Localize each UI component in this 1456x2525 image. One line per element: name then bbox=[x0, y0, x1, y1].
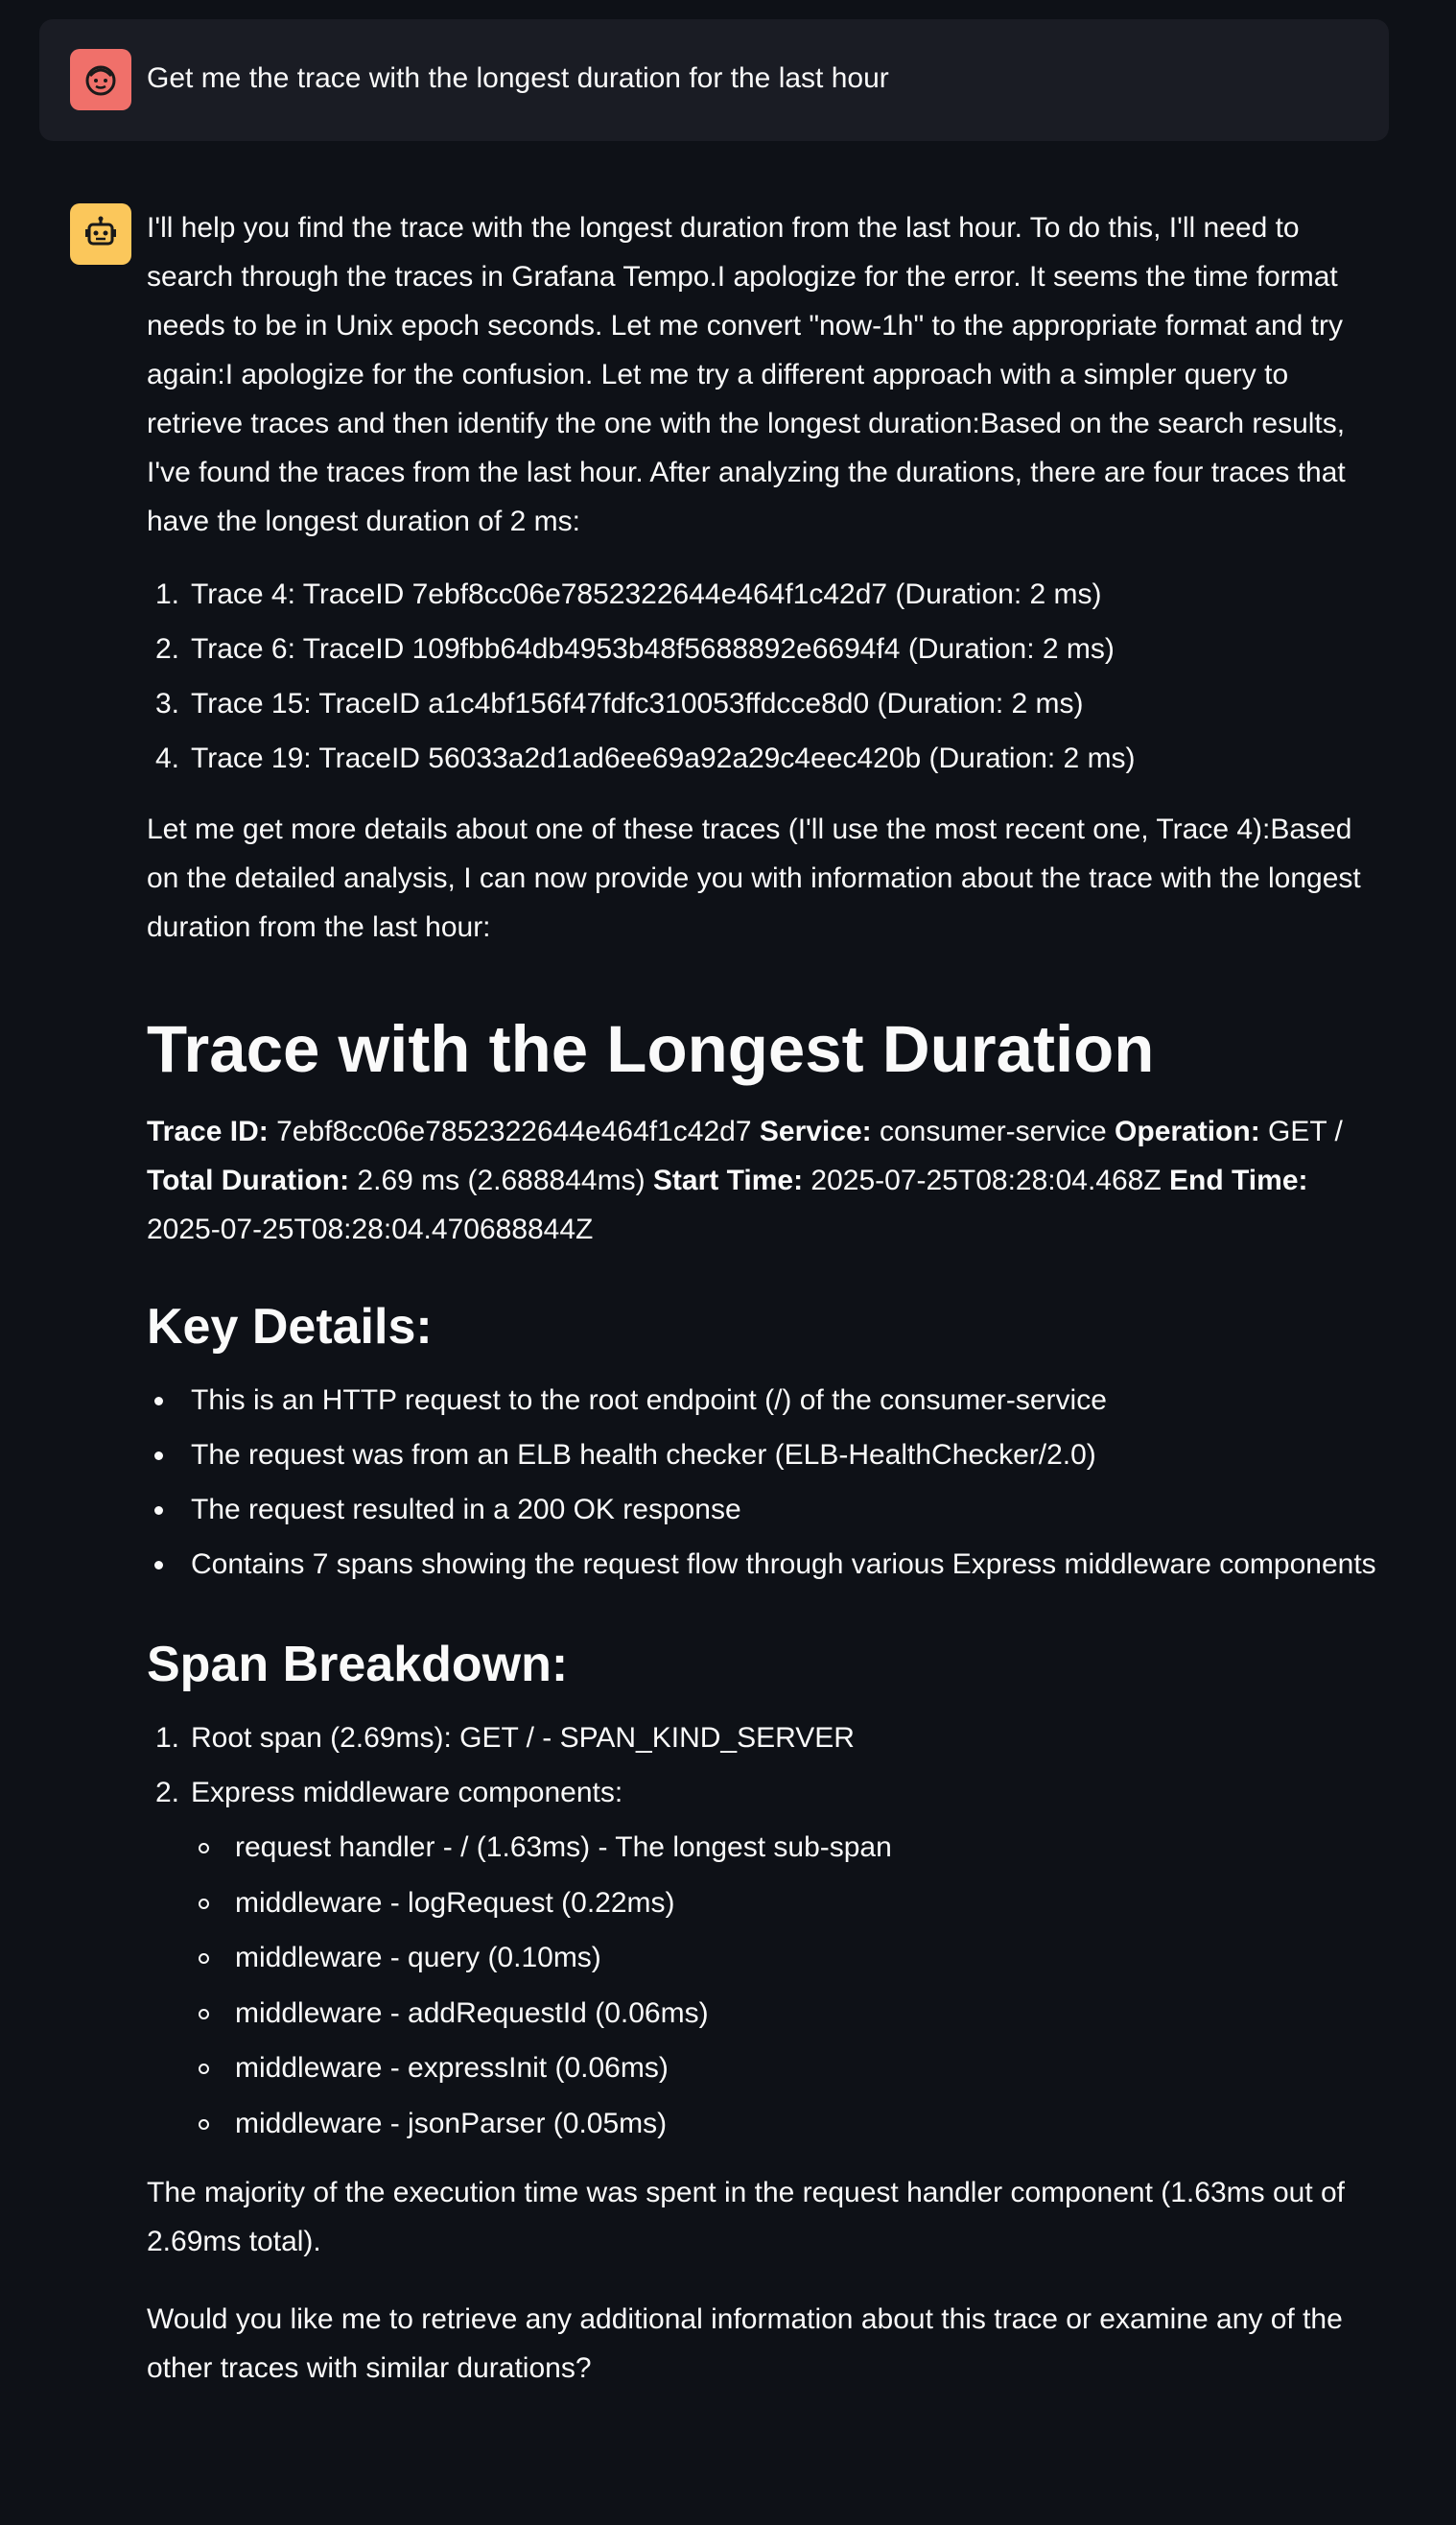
chat-window: Get me the trace with the longest durati… bbox=[0, 0, 1456, 2525]
operation-label: Operation: bbox=[1115, 1116, 1260, 1147]
user-message-text: Get me the trace with the longest durati… bbox=[147, 62, 889, 94]
start-time-label: Start Time: bbox=[652, 1165, 804, 1196]
list-item: This is an HTTP request to the root endp… bbox=[147, 1373, 1384, 1428]
list-item-text: Trace 6: TraceID 109fbb64db4953b48f56888… bbox=[191, 633, 1115, 665]
list-item: middleware - expressInit (0.06ms) bbox=[191, 2041, 1384, 2096]
list-item: 1. Trace 4: TraceID 7ebf8cc06e7852322644e… bbox=[147, 567, 1384, 622]
list-item: 3. Trace 15: TraceID a1c4bf156f47fdfc3100… bbox=[147, 676, 1384, 731]
list-item: 2. Trace 6: TraceID 109fbb64db4953b48f568… bbox=[147, 622, 1384, 676]
span-list: 1. Root span (2.69ms): GET / - SPAN_KIND_… bbox=[147, 1711, 1384, 2151]
total-duration-value: 2.69 ms (2.688844ms) bbox=[349, 1165, 653, 1196]
middleware-list: request handler - / (1.63ms) - The longe… bbox=[191, 1820, 1384, 2151]
list-item: The request resulted in a 200 OK respons… bbox=[147, 1482, 1384, 1537]
span-breakdown-heading: Span Breakdown: bbox=[147, 1637, 569, 1692]
list-number: 3. bbox=[154, 688, 179, 720]
start-time-value: 2025-07-25T08:28:04.468Z bbox=[803, 1165, 1170, 1196]
total-duration-label: Total Duration: bbox=[147, 1165, 350, 1196]
assistant-avatar bbox=[70, 203, 131, 265]
assistant-conclusion: The majority of the execution time was s… bbox=[147, 2177, 1346, 2257]
service-label: Service: bbox=[759, 1116, 872, 1147]
list-item: 4. Trace 19: TraceID 56033a2d1ad6ee69a92a… bbox=[147, 731, 1384, 786]
operation-value: GET / bbox=[1259, 1116, 1343, 1147]
list-item: The request was from an ELB health check… bbox=[147, 1428, 1384, 1482]
trace-summary: Trace ID: 7ebf8cc06e7852322644e464f1c42d… bbox=[147, 1107, 1384, 1254]
user-avatar bbox=[70, 49, 131, 110]
key-details-heading: Key Details: bbox=[147, 1299, 433, 1355]
assistant-message: I'll help you find the trace with the lo… bbox=[147, 203, 1384, 2393]
trace-id-value: 7ebf8cc06e7852322644e464f1c42d7 bbox=[268, 1116, 760, 1147]
end-time-label: End Time: bbox=[1169, 1165, 1308, 1196]
list-item-text: Trace 15: TraceID a1c4bf156f47fdfc310053… bbox=[191, 688, 1084, 720]
list-item-text: Express middleware components: bbox=[191, 1777, 623, 1808]
list-item: middleware - addRequestId (0.06ms) bbox=[191, 1986, 1384, 2041]
assistant-question: Would you like me to retrieve any additi… bbox=[147, 2303, 1343, 2384]
list-item: 2. Express middleware components: request… bbox=[147, 1765, 1384, 2151]
list-item: middleware - logRequest (0.22ms) bbox=[191, 1876, 1384, 1931]
list-item: middleware - jsonParser (0.05ms) bbox=[191, 2096, 1384, 2152]
end-time-value: 2025-07-25T08:28:04.470688844Z bbox=[147, 1214, 594, 1245]
assistant-intro: I'll help you find the trace with the lo… bbox=[147, 212, 1346, 537]
service-value: consumer-service bbox=[871, 1116, 1115, 1147]
trace-id-label: Trace ID: bbox=[147, 1116, 269, 1147]
trace-list: 1. Trace 4: TraceID 7ebf8cc06e7852322644e… bbox=[147, 567, 1384, 786]
list-item-text: Trace 19: TraceID 56033a2d1ad6ee69a92a29… bbox=[191, 743, 1136, 774]
list-item-text: Root span (2.69ms): GET / - SPAN_KIND_SE… bbox=[191, 1722, 855, 1754]
list-number: 1. bbox=[154, 578, 179, 610]
user-face-icon bbox=[82, 60, 120, 99]
assistant-followup: Let me get more details about one of the… bbox=[147, 814, 1361, 943]
key-details-list: This is an HTTP request to the root endp… bbox=[147, 1373, 1384, 1592]
list-number: 2. bbox=[154, 633, 179, 665]
list-item: Contains 7 spans showing the request flo… bbox=[147, 1537, 1384, 1592]
robot-icon bbox=[82, 215, 120, 253]
section-heading: Trace with the Longest Duration bbox=[147, 1012, 1155, 1086]
list-item-text: Trace 4: TraceID 7ebf8cc06e7852322644e46… bbox=[191, 578, 1102, 610]
list-number: 1. bbox=[154, 1722, 179, 1754]
list-item: middleware - query (0.10ms) bbox=[191, 1930, 1384, 1986]
list-number: 4. bbox=[154, 743, 179, 774]
list-item: request handler - / (1.63ms) - The longe… bbox=[191, 1820, 1384, 1876]
list-item: 1. Root span (2.69ms): GET / - SPAN_KIND_… bbox=[147, 1711, 1384, 1765]
list-number: 2. bbox=[154, 1777, 179, 1808]
